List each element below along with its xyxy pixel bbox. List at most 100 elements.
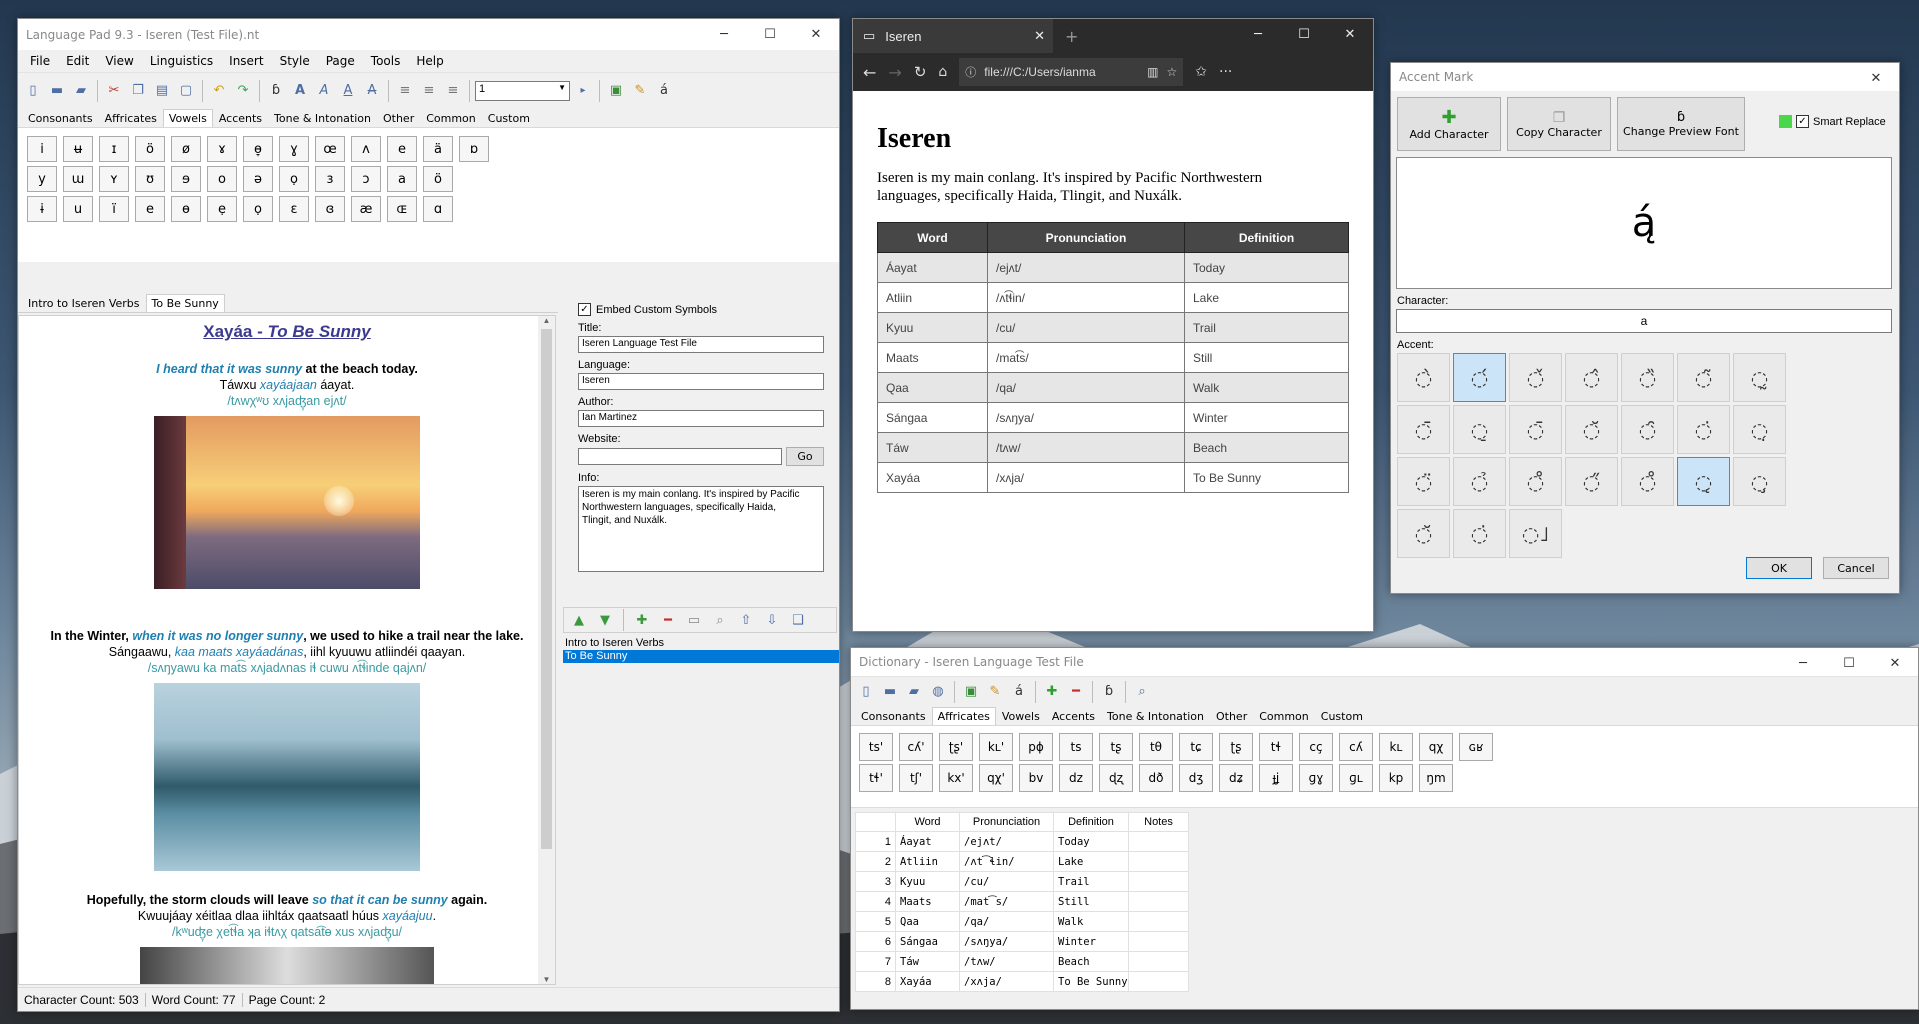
copy-icon[interactable]: ❐	[127, 80, 149, 102]
accent-button[interactable]: ◌̉	[1453, 457, 1506, 506]
tab-tone-intonation[interactable]: Tone & Intonation	[268, 109, 377, 127]
close-icon[interactable]: ✕	[1853, 63, 1899, 94]
tab-accents[interactable]: Accents	[1046, 707, 1101, 725]
table-cell[interactable]: /tʌw/	[959, 951, 1054, 972]
symbol-button[interactable]: ɒ	[459, 136, 489, 162]
tab-consonants[interactable]: Consonants	[22, 109, 99, 127]
font-size-dropdown[interactable]: 1 ▼	[475, 80, 570, 101]
author-field[interactable]: Ian Martinez	[578, 410, 824, 427]
menu-view[interactable]: View	[97, 54, 141, 68]
home-icon[interactable]: ⌂	[938, 64, 947, 80]
accent-button[interactable]: ◌̃	[1677, 353, 1730, 402]
table-cell[interactable]	[1128, 911, 1189, 932]
symbol-button[interactable]: ɜ	[315, 166, 345, 192]
dictionary-icon[interactable]: ▣	[605, 80, 627, 102]
import-icon[interactable]: ⇧	[735, 609, 757, 631]
symbol-button[interactable]: tɬ	[1259, 733, 1293, 761]
symbol-button[interactable]: ʊ	[135, 166, 165, 192]
table-row[interactable]: 1 Áayat/ejʌt/Today	[855, 831, 1189, 852]
table-cell[interactable]: Qaa	[895, 911, 960, 932]
symbol-button[interactable]: e	[135, 196, 165, 222]
website-field[interactable]	[578, 448, 782, 465]
save-icon[interactable]: ▰	[903, 681, 925, 703]
symbol-button[interactable]: dz	[1059, 764, 1093, 792]
accent-button[interactable]: ◌̇	[1677, 405, 1730, 454]
symbol-button[interactable]: ts'	[859, 733, 893, 761]
menu-tools[interactable]: Tools	[363, 54, 409, 68]
symbol-button[interactable]: dʑ	[1219, 764, 1253, 792]
accent-icon[interactable]: á	[653, 80, 675, 102]
symbol-button[interactable]: ɨ	[27, 196, 57, 222]
table-cell[interactable]: Xayáa	[895, 971, 960, 992]
delete-icon[interactable]: ▢	[175, 80, 197, 102]
accent-button[interactable]: ◌̑	[1621, 405, 1674, 454]
tab-vowels[interactable]: Vowels	[162, 109, 213, 127]
table-cell[interactable]: Táw	[895, 951, 960, 972]
symbol-button[interactable]: cʎ'	[899, 733, 933, 761]
language-field[interactable]: Iseren	[578, 373, 824, 390]
more-icon[interactable]: ···	[1219, 64, 1232, 80]
menu-insert[interactable]: Insert	[221, 54, 271, 68]
undo-icon[interactable]: ↶	[208, 80, 230, 102]
tab-consonants[interactable]: Consonants	[855, 707, 932, 725]
table-cell[interactable]: Trail	[1053, 871, 1129, 892]
table-row[interactable]: 2 Atliin/ʌt͡ɬin/Lake	[855, 851, 1189, 872]
accent-button[interactable]: ◌̀	[1397, 353, 1450, 402]
close-icon[interactable]: ✕	[1327, 19, 1373, 50]
table-row[interactable]: 8 Xayáa/xʌja/To Be Sunny	[855, 971, 1189, 992]
symbol-button[interactable]: ɵ	[171, 196, 201, 222]
symbol-button[interactable]: bv	[1019, 764, 1053, 792]
underline-icon[interactable]: A	[337, 80, 359, 102]
tab-custom[interactable]: Custom	[1315, 707, 1369, 725]
tab-vowels[interactable]: Vowels	[996, 707, 1046, 725]
table-cell[interactable]: To Be Sunny	[1053, 971, 1129, 992]
back-icon[interactable]: ←	[863, 63, 876, 82]
tab-accents[interactable]: Accents	[213, 109, 268, 127]
tab-tone-intonation[interactable]: Tone & Intonation	[1101, 707, 1210, 725]
symbol-button[interactable]: ɵ̞	[243, 136, 273, 162]
table-cell[interactable]: Atliin	[895, 851, 960, 872]
symbol-button[interactable]: ŋm	[1419, 764, 1453, 792]
symbol-button[interactable]: ö	[423, 166, 453, 192]
symbol-button[interactable]: kʟ	[1379, 733, 1413, 761]
align-right-icon[interactable]: ≡	[442, 80, 464, 102]
page-list-item-selected[interactable]: To Be Sunny	[563, 650, 839, 663]
table-cell[interactable]	[1128, 951, 1189, 972]
bold-icon[interactable]: A	[289, 80, 311, 102]
tab-other[interactable]: Other	[1210, 707, 1253, 725]
table-cell[interactable]	[1128, 851, 1189, 872]
table-cell[interactable]	[1128, 971, 1189, 992]
title-field[interactable]: Iseren Language Test File	[578, 336, 824, 353]
symbol-button[interactable]: tθ	[1139, 733, 1173, 761]
close-icon[interactable]: ✕	[793, 19, 839, 50]
move-up-icon[interactable]: ▲	[568, 609, 590, 631]
character-field[interactable]: a	[1396, 309, 1892, 333]
accent-button[interactable]: ◌̆	[1397, 509, 1450, 558]
page-list-item[interactable]: Intro to Iseren Verbs	[563, 637, 839, 650]
accent-button[interactable]: ◌̂	[1565, 353, 1618, 402]
go-button[interactable]: Go	[786, 447, 824, 466]
symbol-button[interactable]: ɟʝ	[1259, 764, 1293, 792]
table-cell[interactable]: Walk	[1053, 911, 1129, 932]
change-preview-font-button[interactable]: ɓ Change Preview Font	[1617, 97, 1745, 151]
menu-page[interactable]: Page	[318, 54, 363, 68]
info-textarea[interactable]: Iseren is my main conlang. It's inspired…	[578, 486, 824, 572]
table-cell[interactable]: Still	[1053, 891, 1129, 912]
edit-icon[interactable]: ✎	[984, 681, 1006, 703]
open-folder-icon[interactable]: ▬	[46, 80, 68, 102]
ipa-symbol-icon[interactable]: ɓ	[1098, 681, 1120, 703]
symbol-button[interactable]: ʈʂ'	[939, 733, 973, 761]
symbol-button[interactable]: ø	[171, 136, 201, 162]
paste-icon[interactable]: ▤	[151, 80, 173, 102]
table-cell[interactable]: Áayat	[895, 831, 960, 852]
symbol-button[interactable]: ʉ	[63, 136, 93, 162]
page-properties-icon[interactable]: ▭	[683, 609, 705, 631]
search-icon[interactable]: ⌕	[1131, 681, 1153, 703]
symbol-button[interactable]: œ	[315, 136, 345, 162]
symbol-button[interactable]: ï	[99, 196, 129, 222]
symbol-button[interactable]: æ	[351, 196, 381, 222]
doc-tab-intro[interactable]: Intro to Iseren Verbs	[22, 294, 146, 312]
favorites-icon[interactable]: ✩	[1195, 64, 1207, 80]
menu-style[interactable]: Style	[272, 54, 318, 68]
symbol-button[interactable]: ɢʁ	[1459, 733, 1493, 761]
